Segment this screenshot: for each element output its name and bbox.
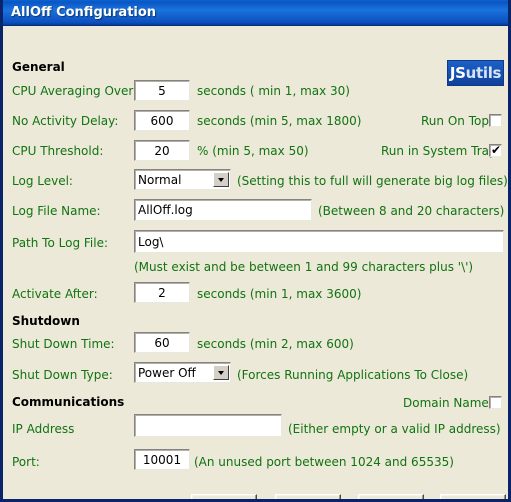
note-shut-down-time: seconds (min 2, max 600) bbox=[197, 337, 354, 351]
form-client-area: JS utils General CPU Averaging Over: 5 se… bbox=[3, 26, 508, 499]
label-ip-address: IP Address bbox=[12, 422, 75, 436]
note-shut-down-type: (Forces Running Applications To Close) bbox=[237, 368, 469, 382]
label-no-activity-delay: No Activity Delay: bbox=[12, 114, 119, 128]
label-run-in-system-tray: Run in System Tray: bbox=[381, 144, 500, 158]
shut-down-type-dropdown[interactable]: Power Off bbox=[134, 362, 231, 383]
shut-down-type-value: Power Off bbox=[138, 365, 196, 380]
note-activate-after: seconds (min 1, max 3600) bbox=[197, 287, 362, 301]
section-heading-communications: Communications bbox=[12, 395, 125, 409]
close-button[interactable]: Close bbox=[440, 494, 506, 499]
run-in-system-tray-checkbox[interactable]: ✔ bbox=[489, 144, 502, 157]
port-input[interactable]: 10001 bbox=[134, 449, 190, 470]
note-port: (An unused port between 1024 and 65535) bbox=[194, 455, 454, 469]
section-heading-general: General bbox=[12, 60, 65, 74]
label-activate-after: Activate After: bbox=[12, 287, 98, 301]
logo-text-js: JS bbox=[449, 64, 466, 82]
domain-name-checkbox[interactable] bbox=[489, 396, 502, 409]
ip-address-input[interactable] bbox=[134, 414, 282, 437]
allof-configuration-window: AllOff Configuration JS utils General CPU… bbox=[0, 0, 511, 502]
log-file-name-value: AllOff.log bbox=[138, 203, 193, 217]
log-level-value: Normal bbox=[138, 172, 182, 187]
note-no-activity-delay: seconds (min 5, max 1800) bbox=[197, 114, 362, 128]
cpu-threshold-input[interactable]: 20 bbox=[134, 140, 190, 161]
label-cpu-averaging: CPU Averaging Over: bbox=[12, 84, 138, 98]
no-activity-delay-value: 600 bbox=[150, 113, 174, 128]
label-port: Port: bbox=[12, 455, 40, 469]
note-path-to-log-file: (Must exist and be between 1 and 99 char… bbox=[134, 260, 474, 274]
label-run-on-top: Run On Top: bbox=[421, 114, 493, 128]
label-cpu-threshold: CPU Threshold: bbox=[12, 144, 104, 158]
logo-text-utils: utils bbox=[465, 64, 502, 82]
cpu-averaging-value: 5 bbox=[158, 83, 166, 98]
note-cpu-averaging: seconds ( min 1, max 30) bbox=[197, 84, 350, 98]
note-log-level: (Setting this to full will generate big … bbox=[237, 174, 508, 188]
label-domain-name: Domain Name: bbox=[403, 396, 493, 410]
shut-down-time-value: 60 bbox=[154, 335, 170, 350]
view-log-button[interactable]: View Log bbox=[191, 494, 257, 499]
restore-button[interactable]: Restore bbox=[275, 494, 341, 499]
chevron-down-icon[interactable] bbox=[213, 365, 229, 380]
run-on-top-checkbox[interactable] bbox=[489, 114, 502, 127]
label-path-to-log-file: Path To Log File: bbox=[12, 236, 108, 250]
chevron-down-icon[interactable] bbox=[213, 172, 229, 187]
cpu-threshold-value: 20 bbox=[154, 143, 170, 158]
shut-down-time-input[interactable]: 60 bbox=[134, 332, 190, 353]
label-shut-down-time: Shut Down Time: bbox=[12, 337, 115, 351]
save-button[interactable]: Save bbox=[358, 494, 424, 499]
window-title: AllOff Configuration bbox=[11, 5, 157, 20]
log-file-name-input[interactable]: AllOff.log bbox=[134, 199, 312, 221]
section-heading-shutdown: Shutdown bbox=[12, 314, 80, 328]
port-value: 10001 bbox=[142, 452, 182, 467]
note-log-file-name: (Between 8 and 20 characters) bbox=[318, 204, 505, 218]
run-in-system-tray-checkmark: ✔ bbox=[491, 143, 502, 157]
path-to-log-file-value: Log\ bbox=[138, 234, 164, 249]
log-level-dropdown[interactable]: Normal bbox=[134, 169, 231, 190]
note-ip-address: (Either empty or a valid IP address) bbox=[288, 422, 501, 436]
no-activity-delay-input[interactable]: 600 bbox=[134, 110, 190, 131]
label-shut-down-type: Shut Down Type: bbox=[12, 368, 113, 382]
cpu-averaging-input[interactable]: 5 bbox=[134, 80, 190, 101]
note-cpu-threshold: % (min 5, max 50) bbox=[197, 144, 309, 158]
jsutils-logo: JS utils bbox=[447, 60, 504, 86]
label-log-level: Log Level: bbox=[12, 174, 73, 188]
label-log-file-name: Log File Name: bbox=[12, 204, 101, 218]
activate-after-input[interactable]: 2 bbox=[134, 282, 190, 303]
path-to-log-file-input[interactable]: Log\ bbox=[134, 230, 504, 253]
activate-after-value: 2 bbox=[158, 285, 166, 300]
title-bar[interactable]: AllOff Configuration bbox=[3, 0, 508, 26]
